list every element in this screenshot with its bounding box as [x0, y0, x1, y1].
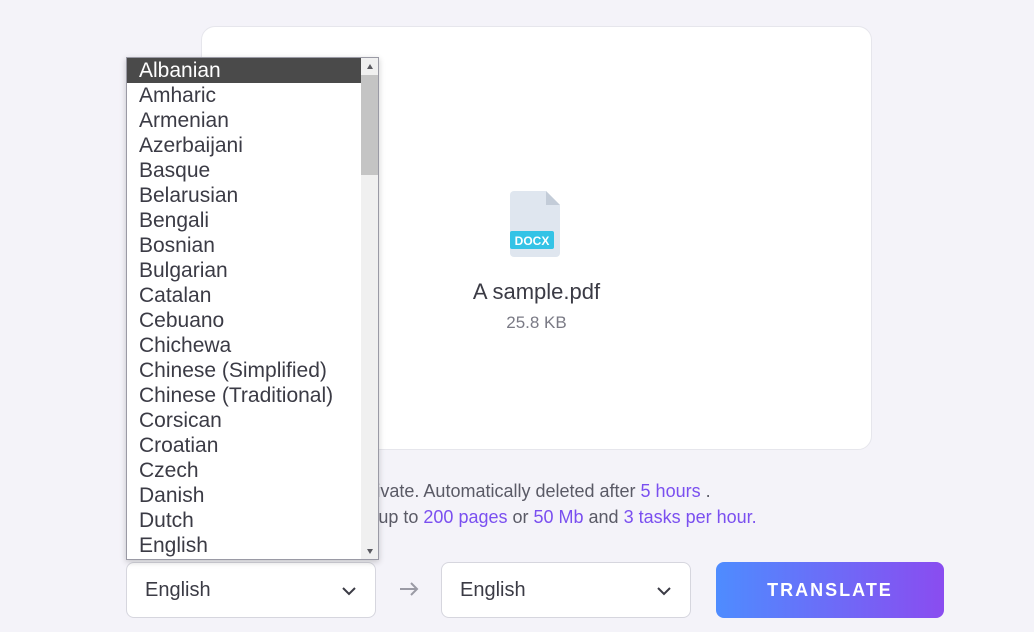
translate-button[interactable]: TRANSLATE	[716, 562, 944, 618]
chevron-down-icon	[341, 582, 357, 598]
language-option[interactable]: Danish	[127, 483, 361, 508]
language-option[interactable]: English	[127, 533, 361, 558]
target-language-value: English	[460, 579, 526, 602]
language-option[interactable]: Bengali	[127, 208, 361, 233]
language-option[interactable]: Albanian	[127, 58, 361, 83]
scroll-up-arrow[interactable]	[361, 58, 378, 75]
source-language-value: English	[145, 579, 211, 602]
file-icon: DOCX	[510, 191, 564, 257]
info-highlight: 200 pages	[423, 507, 507, 527]
info-text: and	[584, 507, 624, 527]
scrollbar-thumb[interactable]	[361, 75, 378, 175]
arrow-right-icon	[398, 578, 420, 606]
language-option[interactable]: Armenian	[127, 108, 361, 133]
language-option[interactable]: Belarusian	[127, 183, 361, 208]
language-option[interactable]: Bulgarian	[127, 258, 361, 283]
language-option[interactable]: Chinese (Traditional)	[127, 383, 361, 408]
info-text: .	[701, 481, 711, 501]
chevron-down-icon	[656, 582, 672, 598]
language-dropdown-list: AlbanianAmharicArmenianAzerbaijaniBasque…	[127, 58, 361, 559]
scrollbar-track[interactable]	[361, 58, 378, 559]
info-highlight: 5 hours	[641, 481, 701, 501]
language-option[interactable]: Chinese (Simplified)	[127, 358, 361, 383]
info-text: private. Automatically deleted after	[360, 481, 640, 501]
language-option[interactable]: Amharic	[127, 83, 361, 108]
scroll-down-arrow[interactable]	[361, 542, 378, 559]
target-language-select[interactable]: English	[441, 562, 691, 618]
language-dropdown[interactable]: AlbanianAmharicArmenianAzerbaijaniBasque…	[126, 57, 379, 560]
info-highlight: 3 tasks per hour.	[624, 507, 757, 527]
language-option[interactable]: Catalan	[127, 283, 361, 308]
language-option[interactable]: Chichewa	[127, 333, 361, 358]
language-option[interactable]: Corsican	[127, 408, 361, 433]
language-option[interactable]: Azerbaijani	[127, 133, 361, 158]
source-language-select[interactable]: English	[126, 562, 376, 618]
file-badge-text: DOCX	[514, 234, 549, 248]
info-text: or	[507, 507, 533, 527]
language-option[interactable]: Cebuano	[127, 308, 361, 333]
language-option[interactable]: Czech	[127, 458, 361, 483]
language-option[interactable]: Bosnian	[127, 233, 361, 258]
language-option[interactable]: Croatian	[127, 433, 361, 458]
language-option[interactable]: Dutch	[127, 508, 361, 533]
language-option[interactable]: Basque	[127, 158, 361, 183]
info-highlight: 50 Mb	[534, 507, 584, 527]
